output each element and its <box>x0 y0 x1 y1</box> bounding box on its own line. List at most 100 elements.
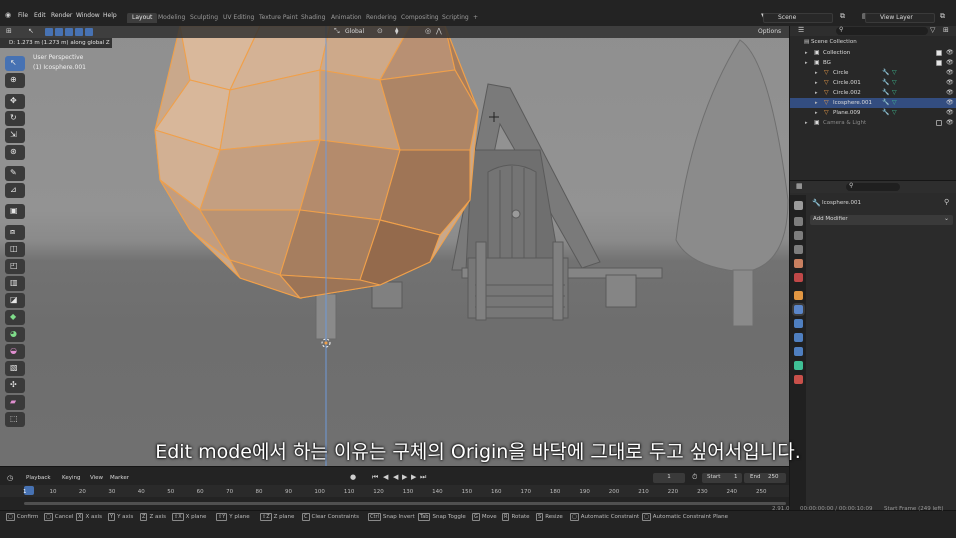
expand-arrow-icon[interactable]: ▸ <box>805 58 808 68</box>
edge-slide-tool[interactable]: ▧ <box>5 361 25 376</box>
mesh-data-icon[interactable]: ▽ <box>892 78 897 88</box>
expand-arrow-icon[interactable]: ▸ <box>805 118 808 128</box>
outliner-row[interactable]: ▸ ▽ Icosphere.001 🔧 ▽ 👁 <box>790 98 956 108</box>
select-mode-subtract[interactable] <box>65 28 73 36</box>
falloff-icon[interactable]: ⋀ <box>436 27 442 35</box>
rotate-tool[interactable]: ↻ <box>5 111 25 126</box>
proportional-edit-icon[interactable]: ◎ <box>425 27 431 35</box>
poly-build-tool[interactable]: ◆ <box>5 310 25 325</box>
outliner-row[interactable]: ▸ ▣ BG 👁 <box>790 58 956 68</box>
scene-tab-icon[interactable] <box>794 259 803 268</box>
outliner-search-input[interactable]: ⚲ <box>836 26 928 35</box>
transform-tool[interactable]: ⊛ <box>5 145 25 160</box>
visibility-eye-icon[interactable]: 👁 <box>946 108 954 118</box>
rip-tool[interactable]: ⬚ <box>5 412 25 427</box>
new-collection-icon[interactable]: ⊞ <box>943 26 949 34</box>
knife-tool[interactable]: ◪ <box>5 293 25 308</box>
current-frame-field[interactable]: 1 <box>653 473 685 483</box>
outliner-row[interactable]: ▸ ▽ Circle.002 🔧 ▽ 👁 <box>790 88 956 98</box>
properties-editor-icon[interactable]: ▦ <box>796 182 803 190</box>
menu-render[interactable]: Render <box>51 12 72 19</box>
snap-icon[interactable]: ⧫ <box>395 27 398 35</box>
select-mode-extend[interactable] <box>55 28 63 36</box>
view-layer-tab-icon[interactable] <box>794 245 803 254</box>
outliner-row[interactable]: ▸ ▣ Camera & Light 👁 <box>790 118 956 128</box>
view-layer-browse-icon[interactable]: ⧉ <box>940 12 945 21</box>
mesh-data-icon[interactable]: ▽ <box>892 68 897 78</box>
marker-menu[interactable]: Marker <box>110 475 129 481</box>
play-reverse-icon[interactable]: ◀ <box>393 473 398 481</box>
shear-tool[interactable]: ▰ <box>5 395 25 410</box>
particles-tab-icon[interactable] <box>794 319 803 328</box>
extrude-tool[interactable]: ⧈ <box>5 225 25 240</box>
physics-tab-icon[interactable] <box>794 333 803 342</box>
end-frame-field[interactable]: End 250 <box>744 473 786 483</box>
material-tab-icon[interactable] <box>794 375 803 384</box>
add-cube-tool[interactable]: ▣ <box>5 204 25 219</box>
orientation-dropdown[interactable]: Global <box>345 28 364 35</box>
mesh-data-icon[interactable]: ▽ <box>892 108 897 118</box>
options-dropdown[interactable]: Options <box>758 28 781 35</box>
select-mode-intersect[interactable] <box>85 28 93 36</box>
expand-arrow-icon[interactable]: ▸ <box>815 108 818 118</box>
measure-tool[interactable]: ⊿ <box>5 183 25 198</box>
select-box-icon[interactable]: ↖ <box>28 27 34 35</box>
modifier-icon[interactable]: 🔧 <box>882 88 889 98</box>
menu-edit[interactable]: Edit <box>34 12 46 19</box>
smooth-tool[interactable]: ◒ <box>5 344 25 359</box>
view-menu[interactable]: View <box>90 475 103 481</box>
constraints-tab-icon[interactable] <box>794 347 803 356</box>
scene-browse-icon[interactable]: ⧉ <box>840 12 845 21</box>
scale-tool[interactable]: ⇲ <box>5 128 25 143</box>
modifier-icon[interactable]: 🔧 <box>882 108 889 118</box>
cursor-tool[interactable]: ⊕ <box>5 73 25 88</box>
prev-key-icon[interactable]: ◀ <box>383 473 388 481</box>
tool-tab-icon[interactable] <box>794 201 803 210</box>
pivot-icon[interactable]: ⊙ <box>377 27 383 35</box>
modifier-icon[interactable]: 🔧 <box>882 78 889 88</box>
blender-logo-icon[interactable]: ◉ <box>5 11 11 19</box>
menu-window[interactable]: Window <box>76 12 100 19</box>
data-tab-icon[interactable] <box>794 361 803 370</box>
modifier-icon[interactable]: 🔧 <box>882 98 889 108</box>
outliner-root[interactable]: ▤ Scene Collection <box>804 39 857 45</box>
filter-icon[interactable]: ▽ <box>930 26 935 34</box>
exclude-checkbox[interactable] <box>936 120 942 126</box>
visibility-eye-icon[interactable]: 👁 <box>946 118 954 128</box>
timeline-editor-icon[interactable]: ◷ <box>7 474 13 482</box>
spin-tool[interactable]: ◕ <box>5 327 25 342</box>
view-layer-selector[interactable]: View Layer <box>865 13 935 23</box>
annotate-tool[interactable]: ✎ <box>5 166 25 181</box>
jump-end-icon[interactable]: ⏭ <box>420 473 426 482</box>
modifier-tab-icon[interactable] <box>794 305 803 314</box>
inset-tool[interactable]: ◫ <box>5 242 25 257</box>
menu-file[interactable]: File <box>18 12 28 19</box>
menu-help[interactable]: Help <box>103 12 117 19</box>
select-mode-new[interactable] <box>45 28 53 36</box>
visibility-eye-icon[interactable]: 👁 <box>946 48 954 58</box>
visibility-eye-icon[interactable]: 👁 <box>946 88 954 98</box>
expand-arrow-icon[interactable]: ▸ <box>815 98 818 108</box>
expand-arrow-icon[interactable]: ▸ <box>815 88 818 98</box>
output-tab-icon[interactable] <box>794 231 803 240</box>
select-mode-invert[interactable] <box>75 28 83 36</box>
move-tool[interactable]: ✥ <box>5 94 25 109</box>
clock-icon[interactable]: ⏱ <box>692 473 697 482</box>
loop-cut-tool[interactable]: ▥ <box>5 276 25 291</box>
next-key-icon[interactable]: ▶ <box>411 473 416 481</box>
visibility-eye-icon[interactable]: 👁 <box>946 68 954 78</box>
visibility-eye-icon[interactable]: 👁 <box>946 78 954 88</box>
pin-icon[interactable]: ⚲ <box>944 198 949 206</box>
exclude-checkbox[interactable] <box>936 60 942 66</box>
expand-arrow-icon[interactable]: ▸ <box>805 48 808 58</box>
orientation-icon[interactable]: ⤡ <box>334 27 340 36</box>
add-workspace-button[interactable]: + <box>468 13 483 23</box>
render-tab-icon[interactable] <box>794 217 803 226</box>
start-frame-field[interactable]: Start 1 <box>702 473 742 483</box>
expand-arrow-icon[interactable]: ▸ <box>815 68 818 78</box>
add-modifier-button[interactable]: Add Modifier ⌄ <box>810 215 953 225</box>
object-tab-icon[interactable] <box>794 291 803 300</box>
outliner-row[interactable]: ▸ ▽ Plane.009 🔧 ▽ 👁 <box>790 108 956 118</box>
modifier-icon[interactable]: 🔧 <box>882 68 889 78</box>
outliner-row[interactable]: ▸ ▽ Circle 🔧 ▽ 👁 <box>790 68 956 78</box>
